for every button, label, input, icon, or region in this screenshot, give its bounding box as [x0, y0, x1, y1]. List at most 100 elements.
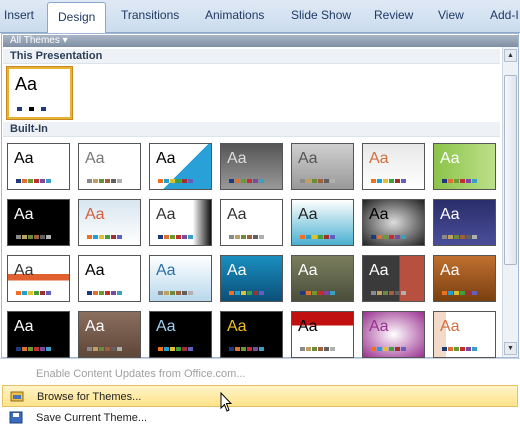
color-strip — [300, 347, 335, 351]
tab-slide-show[interactable]: Slide Show — [291, 8, 351, 22]
theme-thumbnail[interactable]: Aa — [149, 255, 212, 302]
theme-thumbnail[interactable]: Aa — [149, 199, 212, 246]
theme-thumbnail[interactable]: Aa — [291, 199, 354, 246]
theme-thumb-text: Aa — [14, 318, 34, 335]
theme-thumb-text: Aa — [440, 318, 460, 335]
theme-thumbnail[interactable]: Aa — [78, 311, 141, 358]
theme-thumb-text: Aa — [440, 206, 460, 223]
color-strip — [229, 235, 264, 239]
scroll-thumb[interactable] — [504, 75, 517, 265]
theme-thumb-text: Aa — [227, 206, 247, 223]
tab-design[interactable]: Design — [47, 2, 107, 34]
menu-save-theme[interactable]: Save Current Theme... — [2, 407, 518, 429]
save-icon — [9, 411, 23, 424]
color-strip — [371, 179, 406, 183]
theme-menu: Enable Content Updates from Office.com..… — [0, 358, 520, 439]
theme-thumbnail[interactable]: Aa — [220, 311, 283, 358]
theme-thumb-text: Aa — [369, 318, 389, 335]
color-strip — [158, 291, 193, 295]
theme-thumb-text: Aa — [369, 262, 389, 279]
menu-save-label: Save Current Theme... — [36, 412, 148, 424]
color-strip — [300, 179, 335, 183]
theme-thumbnail[interactable]: Aa — [362, 199, 425, 246]
color-strip — [158, 179, 193, 183]
scroll-down-button[interactable]: ▼ — [504, 342, 517, 355]
theme-thumb-text: Aa — [14, 206, 34, 223]
menu-enable-updates-label: Enable Content Updates from Office.com..… — [36, 368, 246, 380]
theme-thumb-text: Aa — [227, 318, 247, 335]
theme-thumb-text: Aa — [85, 150, 105, 167]
theme-thumbnail[interactable]: Aa — [362, 311, 425, 358]
theme-thumbnail[interactable]: Aa — [78, 255, 141, 302]
theme-thumbnail[interactable]: Aa — [220, 143, 283, 190]
tab-transitions[interactable]: Transitions — [121, 8, 179, 22]
color-strip — [229, 179, 264, 183]
theme-thumbnail[interactable]: Aa — [433, 143, 496, 190]
color-strip — [16, 179, 51, 183]
ribbon-tab-bar: Insert Design Transitions Animations Sli… — [0, 0, 520, 34]
theme-thumb-text: Aa — [369, 206, 389, 223]
theme-current[interactable]: Aa — [7, 67, 72, 119]
color-strip — [371, 347, 406, 351]
tab-animations[interactable]: Animations — [205, 8, 264, 22]
color-strip — [442, 235, 477, 239]
theme-thumb-text: Aa — [369, 150, 389, 167]
color-strip — [16, 291, 51, 295]
theme-thumb-text: Aa — [440, 150, 460, 167]
theme-thumbnail[interactable]: Aa — [7, 143, 70, 190]
color-strip — [87, 347, 122, 351]
theme-thumb-text: Aa — [298, 206, 318, 223]
menu-browse-themes[interactable]: Browse for Themes... — [2, 385, 518, 407]
theme-thumbnail[interactable]: Aa — [7, 199, 70, 246]
theme-thumbnail[interactable]: Aa — [362, 143, 425, 190]
color-strip — [16, 235, 51, 239]
gallery-scrollbar[interactable]: ▲ ▼ — [502, 47, 518, 357]
theme-thumbnail[interactable]: Aa — [7, 255, 70, 302]
color-strip — [16, 347, 51, 351]
color-strip — [87, 291, 122, 295]
theme-thumb-text: Aa — [440, 262, 460, 279]
color-strip — [17, 107, 46, 111]
section-this-presentation: This Presentation — [3, 49, 500, 64]
mouse-cursor-icon — [220, 392, 232, 412]
theme-thumb-text: Aa — [85, 318, 105, 335]
color-strip — [229, 291, 264, 295]
theme-thumb-text: Aa — [85, 262, 105, 279]
theme-thumbnail[interactable]: Aa — [220, 255, 283, 302]
section-built-in: Built-In — [3, 122, 500, 137]
color-strip — [300, 235, 335, 239]
theme-thumbnail[interactable]: Aa — [362, 255, 425, 302]
theme-thumbnail[interactable]: Aa — [433, 255, 496, 302]
theme-thumbnail[interactable]: Aa — [433, 199, 496, 246]
color-strip — [442, 179, 477, 183]
theme-thumb-text: Aa — [85, 206, 105, 223]
tab-review[interactable]: Review — [374, 8, 413, 22]
tab-insert[interactable]: Insert — [4, 8, 34, 22]
folder-icon — [10, 391, 24, 402]
menu-browse-label: Browse for Themes... — [37, 391, 142, 403]
theme-thumbnail[interactable]: Aa — [291, 255, 354, 302]
color-strip — [158, 235, 193, 239]
theme-thumb-text: Aa — [298, 318, 318, 335]
theme-thumbnail[interactable]: Aa — [7, 311, 70, 358]
theme-thumb-text: Aa — [14, 150, 34, 167]
theme-thumbnail[interactable]: Aa — [149, 143, 212, 190]
theme-thumbnail[interactable]: Aa — [220, 199, 283, 246]
all-themes-dropdown[interactable]: All Themes ▾ — [3, 35, 518, 47]
color-strip — [87, 179, 122, 183]
tab-addins[interactable]: Add-I — [490, 8, 519, 22]
theme-thumbnail[interactable]: Aa — [149, 311, 212, 358]
color-strip — [371, 291, 406, 295]
theme-thumbnail[interactable]: Aa — [78, 143, 141, 190]
theme-thumbnail[interactable]: Aa — [291, 143, 354, 190]
theme-thumb-text: Aa — [156, 262, 176, 279]
color-strip — [229, 347, 264, 351]
theme-thumbnail[interactable]: Aa — [78, 199, 141, 246]
theme-thumbnail[interactable]: Aa — [291, 311, 354, 358]
theme-thumbnail[interactable]: Aa — [433, 311, 496, 358]
theme-thumb-text: Aa — [15, 74, 38, 94]
theme-thumb-text: Aa — [156, 206, 176, 223]
tab-view[interactable]: View — [438, 8, 464, 22]
scroll-up-button[interactable]: ▲ — [504, 49, 517, 62]
theme-thumb-text: Aa — [227, 262, 247, 279]
